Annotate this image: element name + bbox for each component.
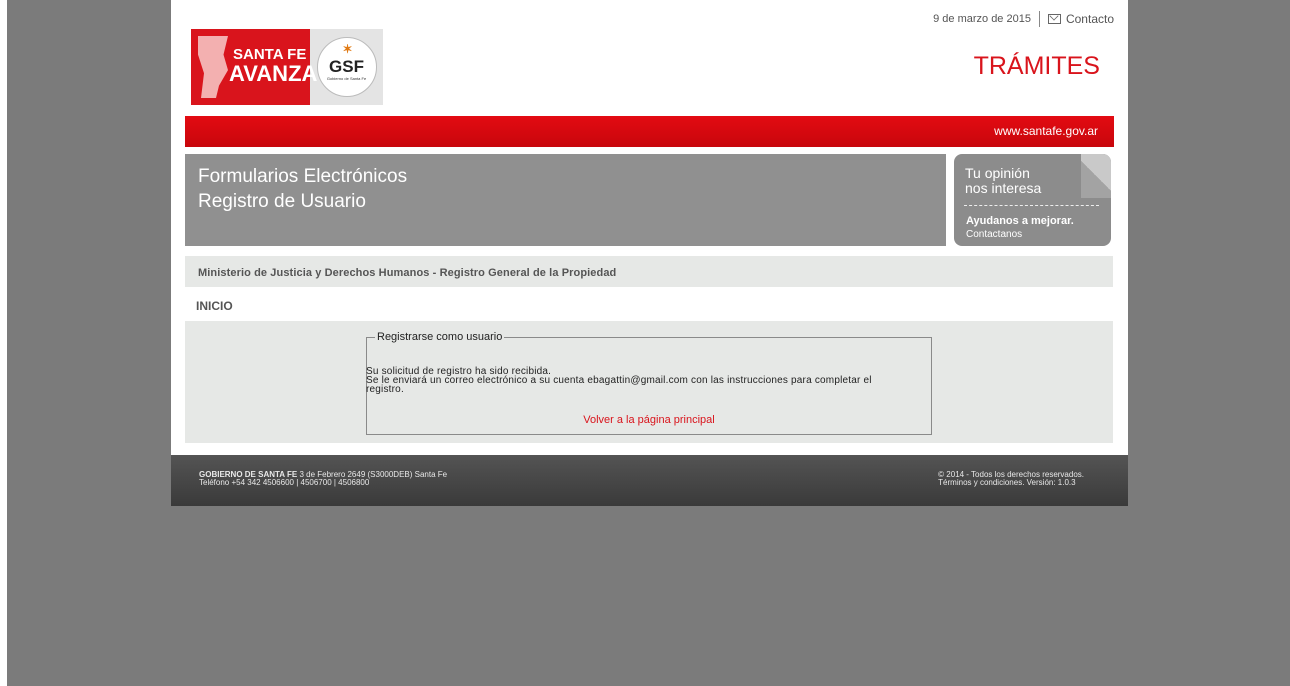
divider bbox=[1038, 11, 1040, 27]
top-utility-bar: 9 de marzo de 2015 Contacto bbox=[933, 11, 1114, 27]
site-url-link[interactable]: www.santafe.gov.ar bbox=[994, 124, 1098, 138]
page-curl-decoration bbox=[1081, 154, 1111, 198]
feedback-heading-line2: nos interesa bbox=[965, 180, 1042, 196]
back-to-home-link[interactable]: Volver a la página principal bbox=[367, 414, 931, 426]
registration-fieldset: Registrarse como usuario Su solicitud de… bbox=[366, 331, 932, 435]
ministry-bar: Ministerio de Justicia y Derechos Humano… bbox=[185, 256, 1113, 287]
logo-text-santa-fe: SANTA FE bbox=[233, 46, 307, 63]
footer-phone: Teléfono +54 342 4506600 | 4506700 | 450… bbox=[199, 478, 370, 487]
footer-contact-info: GOBIERNO DE SANTA FE 3 de Febrero 2649 (… bbox=[199, 471, 447, 487]
feedback-widget[interactable]: Tu opinión nos interesa Ayudanos a mejor… bbox=[954, 154, 1111, 246]
banner-subtitle: Registro de Usuario bbox=[198, 191, 366, 212]
site-logo[interactable]: SANTA FE AVANZA GSF Gobierno de Santa Fe bbox=[191, 29, 383, 105]
breadcrumb-home[interactable]: INICIO bbox=[196, 299, 233, 313]
content-panel: Registrarse como usuario Su solicitud de… bbox=[185, 321, 1113, 443]
banner-title: Formularios Electrónicos bbox=[198, 166, 408, 187]
dashed-divider bbox=[964, 205, 1099, 206]
message-line-3: registro. bbox=[366, 384, 404, 395]
section-title: TRÁMITES bbox=[973, 52, 1100, 80]
feedback-heading-line1: Tu opinión bbox=[965, 165, 1030, 181]
envelope-icon[interactable] bbox=[1047, 14, 1061, 24]
current-date: 9 de marzo de 2015 bbox=[933, 13, 1031, 25]
logo-text-avanza: AVANZA bbox=[229, 61, 318, 86]
footer-legal: © 2014 - Todos los derechos reservados. … bbox=[938, 471, 1084, 487]
province-map-icon bbox=[198, 36, 228, 98]
gsf-logo: GSF Gobierno de Santa Fe bbox=[310, 29, 383, 105]
site-footer: GOBIERNO DE SANTA FE 3 de Febrero 2649 (… bbox=[171, 455, 1128, 506]
feedback-cta: Ayudanos a mejorar. bbox=[966, 215, 1074, 227]
red-header-bar: www.santafe.gov.ar bbox=[185, 116, 1114, 147]
page-banner: Formularios Electrónicos Registro de Usu… bbox=[185, 154, 946, 246]
message-line-2: Se le enviará un correo electrónico a su… bbox=[366, 375, 872, 386]
contact-link[interactable]: Contacto bbox=[1066, 12, 1114, 26]
gsf-logo-text: GSF bbox=[329, 57, 364, 76]
gsf-logo-subtext: Gobierno de Santa Fe bbox=[326, 76, 367, 81]
footer-terms-link[interactable]: Términos y condiciones. Versión: 1.0.3 bbox=[938, 479, 1084, 487]
page-container: 9 de marzo de 2015 Contacto SANTA FE AVA… bbox=[171, 0, 1128, 455]
gsf-emblem: GSF Gobierno de Santa Fe bbox=[316, 37, 377, 97]
fieldset-legend: Registrarse como usuario bbox=[375, 331, 505, 343]
left-edge-strip bbox=[0, 0, 7, 686]
santa-fe-avanza-logo: SANTA FE AVANZA bbox=[191, 29, 317, 105]
message-block: Su solicitud de registro ha sido recibid… bbox=[366, 367, 872, 395]
feedback-contact-link[interactable]: Contactanos bbox=[966, 229, 1022, 240]
ministry-label: Ministerio de Justicia y Derechos Humano… bbox=[198, 267, 617, 279]
